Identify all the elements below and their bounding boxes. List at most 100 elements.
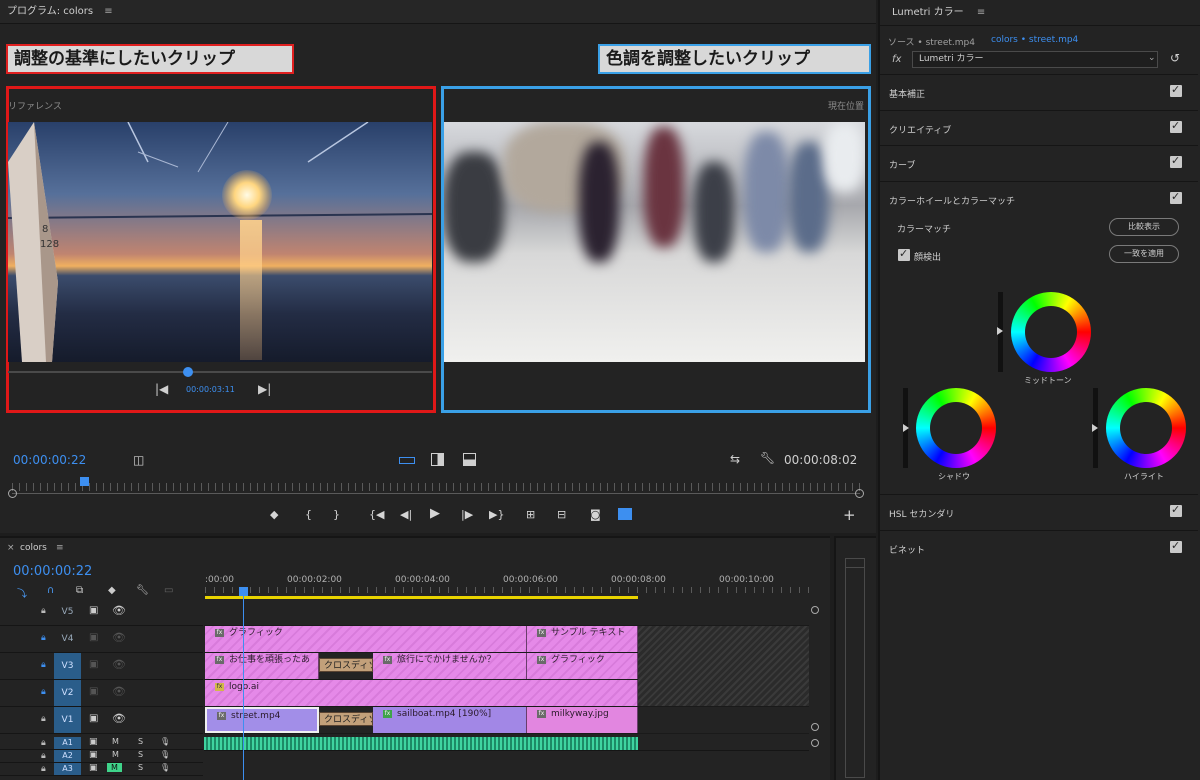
step-back-icon[interactable]: ◀| bbox=[400, 508, 412, 521]
program-panel-header[interactable]: プログラム: colors ≡ bbox=[0, 0, 876, 24]
track-header-a1[interactable]: 🔒︎ A1 ▣ M S 🎙︎ bbox=[0, 737, 203, 750]
toggle-sync-icon[interactable]: ▣ bbox=[89, 750, 98, 760]
add-marker-icon[interactable]: ◆ bbox=[270, 508, 278, 521]
timeline-playhead[interactable] bbox=[239, 587, 248, 596]
mark-out-icon[interactable]: } bbox=[333, 508, 340, 521]
lock-icon[interactable]: 🔒︎ bbox=[41, 687, 46, 697]
midtones-slider-knob[interactable] bbox=[997, 327, 1003, 335]
lumetri-panel-header[interactable]: Lumetri カラー ≡ bbox=[880, 0, 1200, 26]
horizontal-split-icon[interactable] bbox=[463, 453, 476, 466]
highlights-color-wheel[interactable] bbox=[1106, 388, 1186, 468]
current-video-frame[interactable] bbox=[444, 122, 865, 362]
snap-icon[interactable]: ∩ bbox=[47, 585, 54, 596]
mic-icon[interactable]: 🎙︎ bbox=[160, 750, 170, 759]
transition-cross-dissolve[interactable]: クロスディソ bbox=[319, 712, 373, 726]
track-name[interactable]: A2 bbox=[54, 750, 81, 762]
captions-icon[interactable]: ▭ bbox=[164, 585, 173, 596]
clip-street[interactable]: fx street.mp4 bbox=[205, 707, 319, 733]
comparison-view-icon[interactable]: ◫ bbox=[133, 453, 144, 467]
track-name[interactable]: V2 bbox=[54, 680, 81, 706]
section-curves[interactable]: カーブ bbox=[878, 145, 1198, 181]
lock-icon[interactable]: 🔒︎ bbox=[41, 714, 46, 724]
nest-icon[interactable]: ⤵ bbox=[17, 585, 27, 600]
step-to-out-icon[interactable]: ▶| bbox=[258, 382, 271, 396]
effect-select[interactable]: Lumetri カラー bbox=[912, 51, 1158, 68]
step-forward-icon[interactable]: |▶ bbox=[461, 508, 473, 521]
reset-icon[interactable]: ↺ bbox=[1170, 51, 1180, 65]
midtones-color-wheel[interactable] bbox=[1011, 292, 1091, 372]
section-enable-checkbox[interactable] bbox=[1170, 83, 1182, 97]
mute-button[interactable]: M bbox=[112, 750, 119, 759]
wrench-icon[interactable]: 🔧︎ bbox=[136, 585, 149, 596]
mic-icon[interactable]: 🎙︎ bbox=[160, 737, 170, 746]
compare-view-button[interactable]: 比較表示 bbox=[1109, 218, 1179, 236]
track-v5[interactable] bbox=[204, 599, 809, 626]
play-icon[interactable]: ▶ bbox=[430, 506, 440, 521]
toggle-sync-icon[interactable]: ▣ bbox=[89, 737, 98, 747]
insert-icon[interactable]: ⊞ bbox=[526, 508, 535, 521]
wrench-icon[interactable]: 🔧︎ bbox=[760, 451, 775, 465]
clip-logo[interactable]: fxlogo.ai bbox=[205, 680, 638, 706]
panel-menu-icon[interactable]: ≡ bbox=[104, 6, 112, 17]
audio-scroll-handle[interactable] bbox=[811, 739, 819, 747]
mute-button[interactable]: M bbox=[112, 737, 119, 746]
reference-scrub-bar[interactable] bbox=[8, 371, 432, 373]
track-header-v4[interactable]: 🔒︎ V4 ▣ 👁︎ bbox=[0, 626, 203, 653]
section-basic-correction[interactable]: 基本補正 bbox=[878, 74, 1198, 110]
track-header-v3[interactable]: 🔒︎ V3 ▣ 👁︎ bbox=[0, 653, 203, 680]
add-button-icon[interactable]: + bbox=[843, 506, 856, 524]
section-enable-checkbox[interactable] bbox=[1170, 539, 1182, 553]
lumetri-source-tab[interactable]: ソース • street.mp4 bbox=[888, 35, 975, 48]
track-name[interactable]: V1 bbox=[54, 707, 81, 733]
reference-timecode[interactable]: 00:00:03:11 bbox=[186, 385, 235, 394]
track-header-v1[interactable]: 🔒︎ V1 ▣ 👁︎ bbox=[0, 707, 203, 734]
lock-icon[interactable]: 🔒︎ bbox=[41, 764, 46, 774]
toggle-sync-icon[interactable]: ▣ bbox=[89, 686, 98, 697]
eye-icon[interactable]: 👁︎ bbox=[112, 658, 126, 671]
clip-graphic-2[interactable]: fx グラフィック bbox=[527, 653, 638, 679]
linked-selection-icon[interactable]: ⧉ bbox=[76, 585, 83, 596]
side-by-side-icon[interactable] bbox=[399, 457, 415, 464]
program-ruler[interactable] bbox=[12, 483, 860, 491]
lock-icon[interactable]: 🔒︎ bbox=[41, 660, 46, 670]
lumetri-clip-tab[interactable]: colors • street.mp4 bbox=[991, 35, 1078, 45]
add-marker-icon[interactable]: ◆ bbox=[108, 585, 116, 596]
transition-cross-dissolve[interactable]: クロスディソ bbox=[319, 658, 373, 672]
clip-title-1[interactable]: fx お仕事を頑張ったあ bbox=[205, 653, 319, 679]
shadows-color-wheel[interactable] bbox=[916, 388, 996, 468]
reference-playhead[interactable] bbox=[183, 367, 193, 377]
face-detect-checkbox[interactable] bbox=[898, 247, 910, 261]
track-name[interactable]: V5 bbox=[54, 599, 81, 625]
reference-video-frame[interactable] bbox=[8, 122, 432, 362]
timeline-timecode[interactable]: 00:00:00:22 bbox=[13, 564, 92, 579]
section-enable-checkbox[interactable] bbox=[1170, 154, 1182, 168]
track-header-v5[interactable]: 🔒︎ V5 ▣ 👁︎ bbox=[0, 599, 203, 626]
audio-clip-a1[interactable] bbox=[204, 737, 638, 750]
vertical-split-icon[interactable] bbox=[431, 453, 444, 466]
section-vignette[interactable]: ビネット bbox=[878, 530, 1198, 566]
eye-icon[interactable]: 👁︎ bbox=[112, 685, 126, 698]
close-tab-icon[interactable]: × bbox=[7, 543, 15, 553]
panel-menu-icon[interactable]: ≡ bbox=[56, 543, 64, 553]
lock-icon[interactable]: 🔒︎ bbox=[41, 633, 46, 643]
clip-travel[interactable]: fx 旅行にでかけませんか？ bbox=[373, 653, 527, 679]
section-enable-checkbox[interactable] bbox=[1170, 119, 1182, 133]
section-creative[interactable]: クリエイティブ bbox=[878, 110, 1198, 146]
ruler-end-handle[interactable] bbox=[855, 489, 864, 498]
highlights-slider-knob[interactable] bbox=[1092, 424, 1098, 432]
section-enable-checkbox[interactable] bbox=[1170, 503, 1182, 517]
eye-icon[interactable]: 👁︎ bbox=[112, 631, 126, 644]
mic-icon[interactable]: 🎙︎ bbox=[160, 763, 170, 772]
timeline-tab[interactable]: colors bbox=[20, 543, 47, 553]
vertical-scroll-handle[interactable] bbox=[811, 606, 819, 614]
comparison-toggle-icon[interactable] bbox=[618, 508, 632, 520]
chevron-down-icon[interactable]: ⌄ bbox=[1148, 53, 1156, 63]
eye-icon[interactable]: 👁︎ bbox=[112, 712, 126, 725]
section-hsl-secondary[interactable]: HSL セカンダリ bbox=[878, 494, 1198, 530]
toggle-sync-icon[interactable]: ▣ bbox=[89, 713, 98, 724]
shadows-slider-knob[interactable] bbox=[903, 424, 909, 432]
solo-button[interactable]: S bbox=[138, 763, 143, 772]
mute-button[interactable]: M bbox=[107, 763, 122, 772]
clip-sample-text[interactable]: fx サンプル テキスト bbox=[527, 626, 638, 652]
track-name[interactable]: A3 bbox=[54, 763, 81, 775]
